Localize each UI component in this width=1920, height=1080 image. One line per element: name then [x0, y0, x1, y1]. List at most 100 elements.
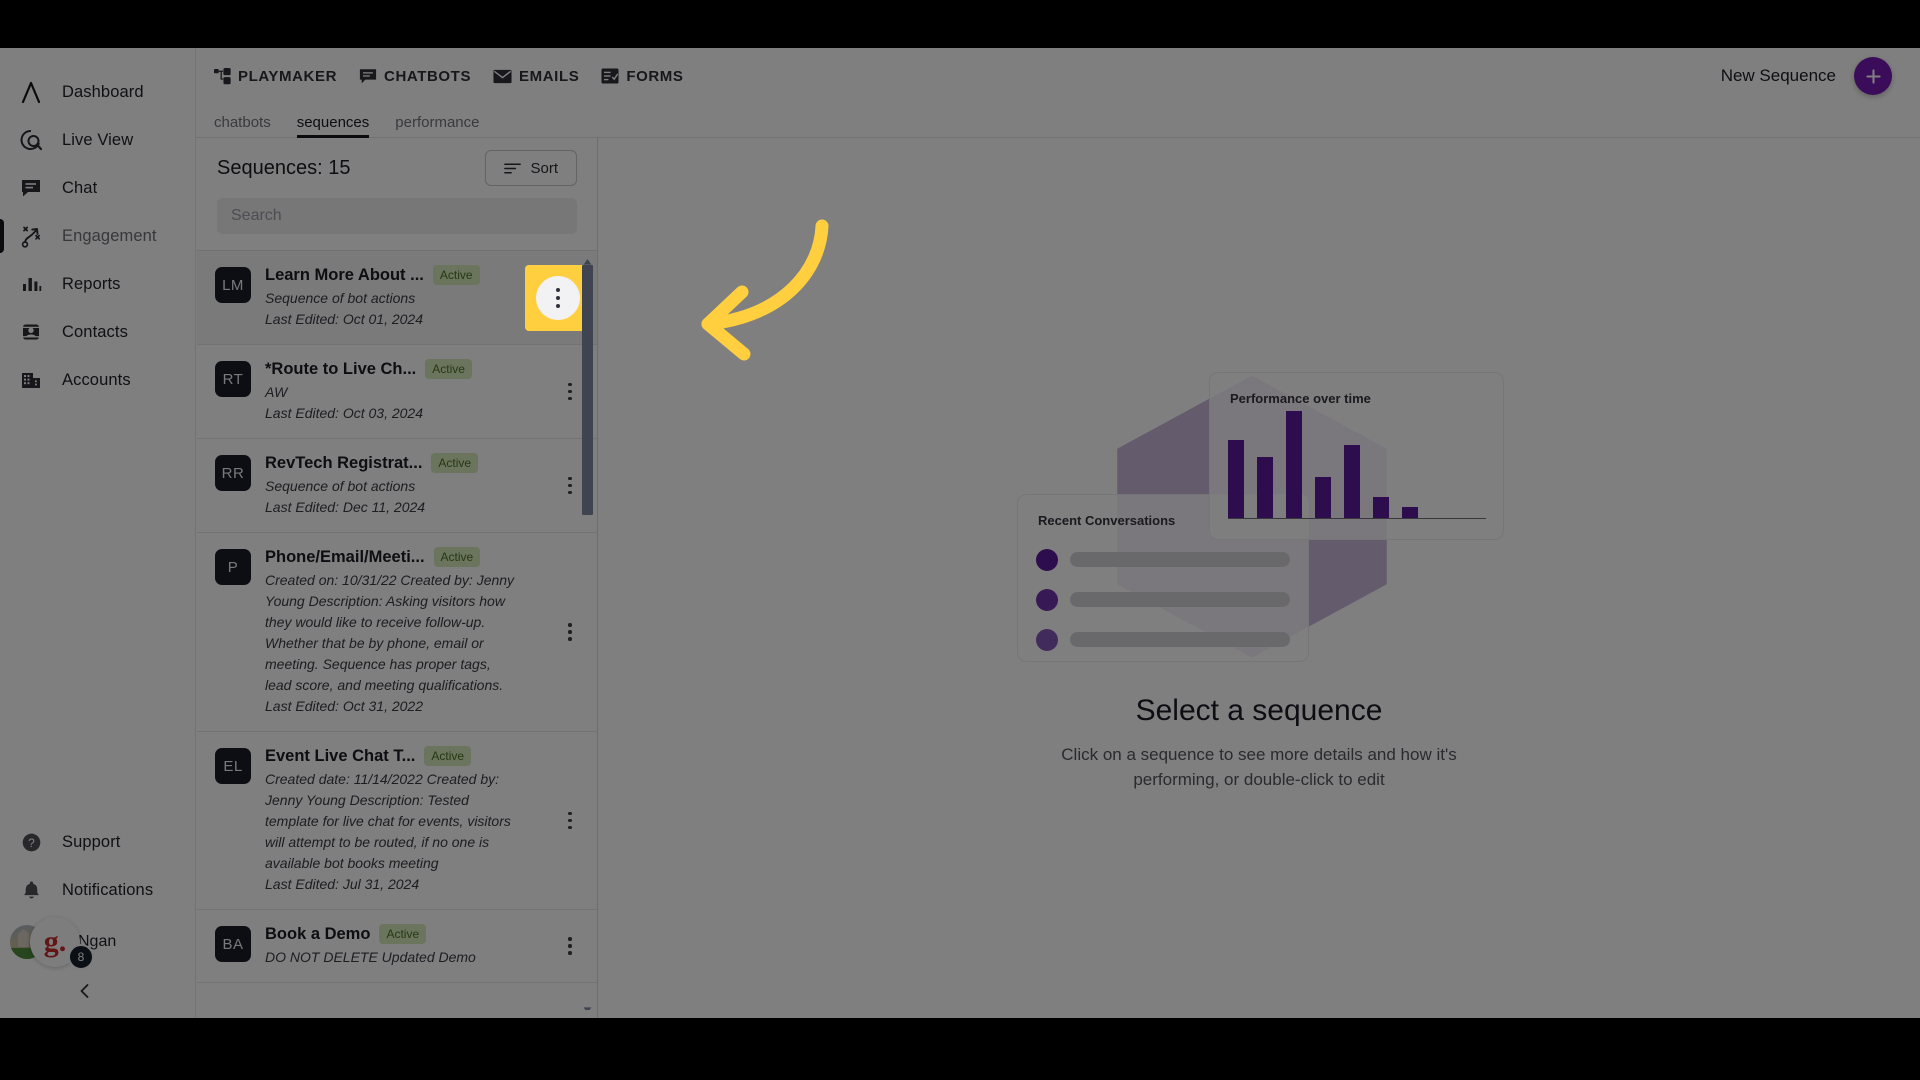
list-item: [1036, 588, 1290, 611]
more-vertical-icon[interactable]: [536, 275, 580, 320]
chart-bar: [1315, 476, 1331, 518]
sequence-info: Book a Demo Active DO NOT DELETE Updated…: [265, 924, 515, 968]
sequence-initials: EL: [215, 748, 251, 784]
recent-conversations-title: Recent Conversations: [1038, 512, 1176, 528]
sidebar-bottom: ? Support Notifications g. 8 Ngan: [0, 818, 195, 1018]
sequence-info: Event Live Chat T... Active Created date…: [265, 746, 515, 895]
subtab-chatbots[interactable]: chatbots: [214, 114, 271, 137]
sidebar-item-chat[interactable]: Chat: [0, 164, 195, 212]
add-sequence-button[interactable]: [1854, 57, 1892, 95]
list-item[interactable]: EL Event Live Chat T... Active Created d…: [197, 732, 597, 910]
sort-button[interactable]: Sort: [485, 150, 577, 186]
new-sequence-label[interactable]: New Sequence: [1721, 66, 1836, 86]
chart-bar: [1286, 410, 1302, 518]
collapse-sidebar-button[interactable]: [0, 970, 195, 1012]
list-item[interactable]: P Phone/Email/Meeti... Active Created on…: [197, 533, 597, 732]
tab-label: CHATBOTS: [384, 67, 472, 85]
sidebar: Dashboard Live View Chat Engagement Repo…: [0, 48, 196, 1018]
list-scrollbar[interactable]: [581, 251, 594, 1010]
sequence-last-edited: Last Edited: Jul 31, 2024: [265, 876, 420, 892]
status-badge: Active: [433, 547, 481, 567]
sidebar-item-engagement[interactable]: Engagement: [0, 212, 195, 260]
empty-state-subtitle: Click on a sequence to see more details …: [1061, 744, 1457, 790]
sequences-count-title: Sequences: 15: [217, 156, 351, 179]
more-vertical-icon[interactable]: [559, 617, 581, 647]
live-view-icon: [14, 125, 48, 155]
performance-card-title: Performance over time: [1230, 390, 1371, 406]
tab-chatbots[interactable]: CHATBOTS: [359, 68, 471, 85]
tab-label: EMAILS: [519, 67, 580, 85]
sequence-title: Book a Demo: [265, 924, 371, 943]
product-tabs: PLAYMAKER CHATBOTS EMAILS FORMS: [196, 67, 684, 85]
sequence-title: Event Live Chat T...: [265, 746, 416, 765]
list-item: [1036, 628, 1290, 651]
sidebar-item-label: Chat: [62, 178, 98, 197]
sidebar-item-accounts[interactable]: Accounts: [0, 356, 195, 404]
list-item[interactable]: RT *Route to Live Ch... Active AW Last E…: [197, 345, 597, 439]
sequence-initials: RT: [215, 361, 251, 397]
sequence-description: AW: [265, 384, 288, 400]
sidebar-item-contacts[interactable]: Contacts: [0, 308, 195, 356]
sequence-title-row: Book a Demo Active: [265, 924, 515, 944]
performance-card: Performance over time: [1209, 371, 1504, 540]
tab-playmaker[interactable]: PLAYMAKER: [214, 67, 337, 85]
sequence-info: *Route to Live Ch... Active AW Last Edit…: [265, 359, 515, 424]
more-vertical-icon[interactable]: [559, 931, 581, 961]
sidebar-item-reports[interactable]: Reports: [0, 260, 195, 308]
sequence-last-edited: Last Edited: Oct 31, 2022: [265, 698, 423, 714]
scrollbar-thumb[interactable]: [582, 265, 593, 515]
more-vertical-icon[interactable]: [559, 377, 581, 407]
list-item[interactable]: BA Book a Demo Active DO NOT DELETE Upda…: [197, 910, 597, 983]
playmaker-icon: [214, 67, 231, 85]
status-badge: Active: [379, 924, 427, 944]
scroll-down-arrow-icon[interactable]: [583, 1001, 592, 1010]
list-item[interactable]: RR RevTech Registrat... Active Sequence …: [197, 439, 597, 533]
envelope-icon: [493, 69, 512, 84]
sequence-info: RevTech Registrat... Active Sequence of …: [265, 453, 515, 518]
notification-count-badge: 8: [68, 944, 94, 970]
form-icon: [601, 68, 619, 84]
sidebar-item-support[interactable]: ? Support: [0, 818, 195, 866]
sequence-initials: BA: [215, 926, 251, 962]
scroll-up-arrow-icon[interactable]: [583, 253, 592, 265]
accounts-icon: [14, 365, 48, 395]
subtab-sequences[interactable]: sequences: [296, 114, 369, 138]
chart-bar: [1373, 497, 1389, 518]
more-vertical-icon[interactable]: [559, 806, 581, 836]
user-profile[interactable]: g. 8 Ngan: [0, 914, 195, 970]
sequence-description: Created on: 10/31/22 Created by: Jenny Y…: [265, 572, 515, 693]
sidebar-item-label: Accounts: [62, 370, 131, 389]
sequence-title-row: Event Live Chat T... Active: [265, 746, 515, 766]
tab-emails[interactable]: EMAILS: [493, 68, 579, 85]
sub-tabs: chatbots sequences performance: [196, 104, 1920, 138]
sidebar-item-live-view[interactable]: Live View: [0, 116, 195, 164]
sequence-description: Sequence of bot actions: [265, 478, 416, 494]
sidebar-item-notifications[interactable]: Notifications: [0, 866, 195, 914]
contacts-icon: [14, 317, 48, 347]
list-item[interactable]: LM Learn More About ... Active Sequence …: [197, 251, 597, 345]
search-input[interactable]: [217, 198, 577, 234]
sequence-title: RevTech Registrat...: [265, 453, 423, 472]
search-area: [197, 198, 597, 250]
sequence-title-row: RevTech Registrat... Active: [265, 453, 515, 473]
tab-forms[interactable]: FORMS: [601, 68, 683, 85]
page-title: Select a sequence: [1135, 693, 1383, 727]
sidebar-item-label: Dashboard: [62, 82, 144, 101]
sequence-info: Learn More About ... Active Sequence of …: [265, 265, 515, 330]
subtab-performance[interactable]: performance: [395, 114, 479, 137]
sequence-title-row: *Route to Live Ch... Active: [265, 359, 515, 379]
more-vertical-icon[interactable]: [559, 471, 581, 501]
letterbox-bottom: [0, 1018, 1920, 1080]
plus-icon: [1865, 68, 1881, 84]
chatbot-icon: [359, 68, 377, 85]
status-badge: Active: [432, 265, 480, 285]
active-indicator: [0, 219, 4, 253]
sidebar-nav: Dashboard Live View Chat Engagement Repo…: [0, 68, 195, 404]
sidebar-item-dashboard[interactable]: Dashboard: [0, 68, 195, 116]
sequence-initials: P: [215, 549, 251, 585]
sequences-list[interactable]: LM Learn More About ... Active Sequence …: [197, 250, 597, 1010]
conversation-rows: [1036, 548, 1290, 651]
empty-state-illustration: Recent Conversations Performance over ti…: [1009, 364, 1509, 664]
sequence-initials: RR: [215, 455, 251, 491]
chart-bar: [1402, 506, 1418, 518]
